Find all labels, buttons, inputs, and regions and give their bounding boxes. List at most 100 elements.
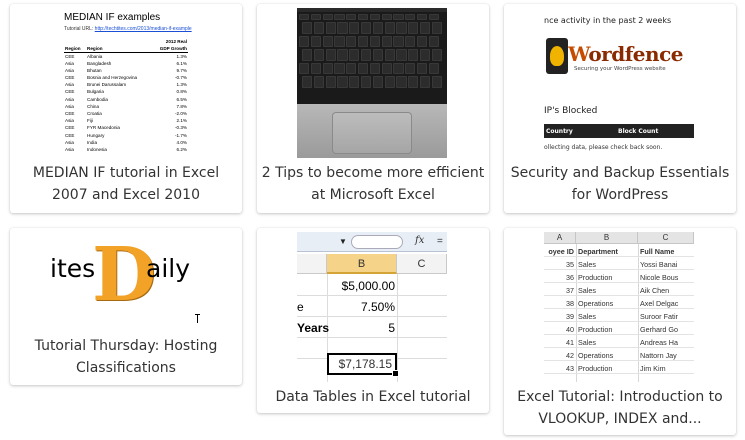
keyboard-key xyxy=(405,62,416,74)
trackpad-image xyxy=(332,112,412,154)
table-row: Asia Bangladesh 6.1% xyxy=(65,60,187,66)
post-title[interactable]: 2 Tips to become more efficient at Micro… xyxy=(261,162,485,206)
thumb-doc-url: Tutorial URL: http://techtites.com/2013/… xyxy=(64,26,192,32)
related-post-card-hosting[interactable]: ites D aily Tutorial Thursday: Hosting C… xyxy=(10,228,242,385)
keyboard-key xyxy=(322,62,333,74)
table-row: CEE Bulgaria 0.8% xyxy=(65,89,187,95)
post-title[interactable]: Excel Tutorial: Introduction to VLOOKUP,… xyxy=(508,386,732,430)
keyboard-key xyxy=(372,22,383,34)
keyboard-key xyxy=(325,22,336,34)
table-row: 39 Sales Suroor Fatir xyxy=(544,310,694,322)
table-row: Asia Brunei Darussalam 1.3% xyxy=(65,82,187,88)
keyboard-key xyxy=(384,49,395,61)
keyboard-key xyxy=(384,22,395,34)
keyboard-key xyxy=(381,62,392,74)
keyboard-key xyxy=(417,35,428,47)
keyboard-key xyxy=(337,22,348,34)
selected-cell: $7,178.15 xyxy=(327,353,399,377)
post-thumbnail[interactable]: A B C oyee ID Department Full Name 35 Sal… xyxy=(544,232,694,382)
table-row: CEE Bosnia and Herzegovina -0.7% xyxy=(65,75,187,81)
keyboard-key xyxy=(369,62,380,74)
table-row: 42 Operations Nattorn Jay xyxy=(544,349,694,361)
table-row: 36 Production Nicole Bous xyxy=(544,271,694,283)
keyboard-key xyxy=(417,14,428,20)
table-row: Asia Fiji 2.1% xyxy=(65,118,187,124)
keyboard-key xyxy=(393,62,404,74)
keyboard-key xyxy=(396,76,407,88)
post-thumbnail[interactable]: MEDIAN IF examples Tutorial URL: http://… xyxy=(50,8,200,158)
table-row: 37 Sales Aik Chen xyxy=(544,284,694,296)
post-title[interactable]: MEDIAN IF tutorial in Excel 2007 and Exc… xyxy=(14,162,238,206)
keyboard-key xyxy=(358,62,369,74)
keyboard-key xyxy=(299,35,310,47)
post-title[interactable]: Tutorial Thursday: Hosting Classificatio… xyxy=(14,335,238,379)
table-row: CEE Hungary -1.7% xyxy=(65,132,187,138)
keyboard-key xyxy=(431,76,442,88)
keyboard-key xyxy=(369,35,380,47)
keyboard-key xyxy=(349,22,360,34)
table-row: $5,000.00 xyxy=(297,276,447,296)
keyboard-key xyxy=(428,62,439,74)
post-title[interactable]: Data Tables in Excel tutorial xyxy=(261,386,485,408)
table-header-row: oyee ID Department Full Name xyxy=(544,245,694,257)
keyboard-key xyxy=(372,49,383,61)
table-row: Asia India 4.0% xyxy=(65,139,187,145)
table-row: 41 Sales Andreas Ha xyxy=(544,336,694,348)
post-title[interactable]: Security and Backup Essentials for WordP… xyxy=(508,162,732,206)
related-post-card-median-if[interactable]: MEDIAN IF examples Tutorial URL: http://… xyxy=(10,4,242,213)
keyboard-key xyxy=(384,76,395,88)
keyboard-key xyxy=(322,35,333,47)
keyboard-key xyxy=(381,14,392,20)
keyboard-key xyxy=(299,62,310,74)
keyboard-key xyxy=(428,35,439,47)
keyboard-key xyxy=(299,14,310,20)
keyboard-key xyxy=(405,14,416,20)
post-thumbnail-laptop[interactable] xyxy=(297,8,447,158)
keyboard-key xyxy=(349,76,360,88)
keyboard-key xyxy=(302,22,313,34)
keyboard-key xyxy=(358,35,369,47)
keyboard-key xyxy=(334,62,345,74)
keyboard-key xyxy=(420,49,431,61)
keyboard-key xyxy=(358,14,369,20)
cursor-mark xyxy=(195,314,200,323)
keyboard-key xyxy=(361,76,372,88)
thumb-data-table: 2012 Real Region Region GDP Growth CEE Al… xyxy=(64,39,188,152)
keyboard-key xyxy=(337,76,348,88)
keyboard-key xyxy=(334,35,345,47)
keyboard-key xyxy=(310,35,321,47)
chevron-down-icon: ▼ xyxy=(339,237,347,246)
table-row: 40 Production Gerhard Go xyxy=(544,323,694,335)
related-post-card-vlookup[interactable]: A B C oyee ID Department Full Name 35 Sal… xyxy=(504,228,736,435)
keyboard-key xyxy=(420,76,431,88)
table-row: CEE Albania 1.3% xyxy=(65,53,187,59)
keyboard-key xyxy=(361,49,372,61)
table-row: 38 Operations Axel Delgac xyxy=(544,297,694,309)
keyboard-key xyxy=(431,22,442,34)
table-row: Years 5 xyxy=(297,318,447,338)
post-thumbnail-logo[interactable]: ites D aily xyxy=(50,232,200,340)
keyboard-key xyxy=(396,49,407,61)
table-row: 43 Production Jim Kim xyxy=(544,362,694,374)
keyboard-key xyxy=(428,14,439,20)
related-post-card-excel-tips[interactable]: 2 Tips to become more efficient at Micro… xyxy=(257,4,489,213)
keyboard-key xyxy=(393,14,404,20)
thumb-doc-title: MEDIAN IF examples xyxy=(64,12,161,23)
related-post-card-data-tables[interactable]: ▼ fx = B C $5,000.00 e 7.50% Years 5 $7,… xyxy=(257,228,489,413)
keyboard-key xyxy=(346,62,357,74)
keyboard-key xyxy=(408,22,419,34)
post-thumbnail[interactable]: nce activity in the past 2 weeks Wordfen… xyxy=(544,8,694,158)
keyboard-key xyxy=(361,22,372,34)
keyboard-key xyxy=(417,62,428,74)
post-thumbnail[interactable]: ▼ fx = B C $5,000.00 e 7.50% Years 5 $7,… xyxy=(297,232,447,382)
keyboard-key xyxy=(408,49,419,61)
table-row: Asia China 7.8% xyxy=(65,103,187,109)
table-row: CEE FYR Macedonia -0.3% xyxy=(65,125,187,131)
table-row: Asia Indonesia 6.2% xyxy=(65,146,187,152)
keyboard-key xyxy=(431,49,442,61)
keyboard-key xyxy=(322,14,333,20)
related-post-card-wordpress-security[interactable]: nce activity in the past 2 weeks Wordfen… xyxy=(504,4,736,213)
wordfence-logo-icon xyxy=(546,38,568,74)
keyboard-key xyxy=(372,76,383,88)
keyboard-key xyxy=(346,35,357,47)
